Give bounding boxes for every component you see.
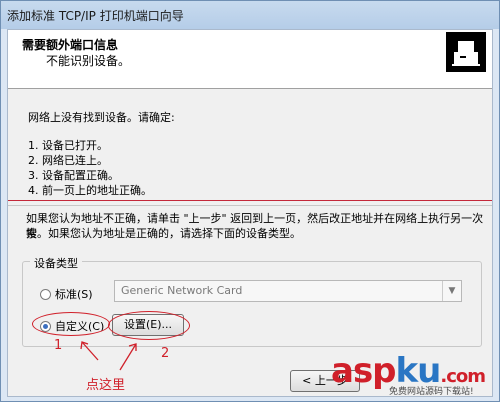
annotation-line xyxy=(8,200,492,201)
header-title: 需要额外端口信息 xyxy=(22,38,119,52)
title-bar[interactable]: 添加标准 TCP/IP 打印机端口向导 xyxy=(1,1,499,29)
annotation-arrows-icon xyxy=(80,341,137,371)
standard-radio-option[interactable]: 标准(S) xyxy=(40,286,93,302)
check-item-2: 2. 网络已连上。 xyxy=(28,154,108,167)
check-item-1: 1. 设备已打开。 xyxy=(28,139,108,152)
watermark-subtitle: 免费网站源码下载站! xyxy=(389,387,474,397)
wizard-header: 需要额外端口信息 不能识别设备。 xyxy=(8,30,492,89)
window-title: 添加标准 TCP/IP 打印机端口向导 xyxy=(7,9,184,23)
divider xyxy=(8,205,492,206)
wizard-window: 添加标准 TCP/IP 打印机端口向导 需要额外端口信息 不能识别设备。 网络上… xyxy=(0,0,500,402)
wizard-client-area: 需要额外端口信息 不能识别设备。 网络上没有找到设备。请确定: 1. 设备已打开… xyxy=(7,29,493,397)
standard-radio[interactable] xyxy=(40,288,51,300)
check-item-4: 4. 前一页上的地址正确。 xyxy=(28,184,152,197)
standard-device-value: Generic Network Card xyxy=(121,284,243,297)
chevron-down-icon[interactable]: ▼ xyxy=(442,281,461,301)
check-item-3: 3. 设备配置正确。 xyxy=(28,169,119,182)
standard-device-select[interactable]: Generic Network Card ▼ xyxy=(114,280,462,302)
annotation-number-1: 1 xyxy=(54,338,63,353)
device-type-label: 设备类型 xyxy=(30,255,82,271)
printer-icon xyxy=(446,32,486,72)
note-line-2: 索。如果您认为地址是正确的，请选择下面的设备类型。 xyxy=(26,227,301,240)
standard-radio-label: 标准(S) xyxy=(55,288,93,301)
intro-text: 网络上没有找到设备。请确定: xyxy=(28,111,175,124)
header-subtitle: 不能识别设备。 xyxy=(46,54,131,68)
